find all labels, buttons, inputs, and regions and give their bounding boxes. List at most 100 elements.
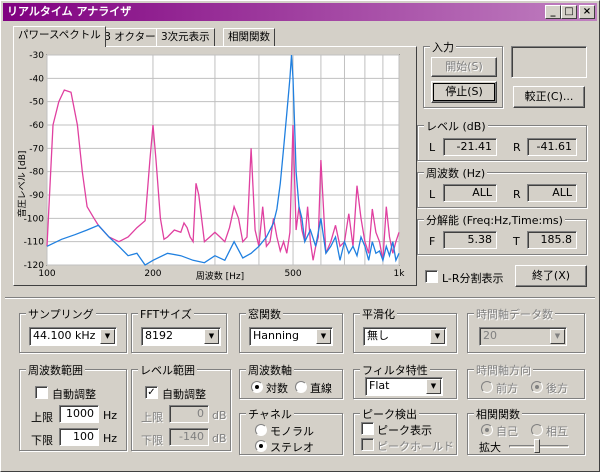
freq-lower-unit: Hz: [103, 432, 118, 445]
freq-axis-label: 周波数軸: [246, 362, 294, 378]
freq-auto-label: 自動調整: [52, 388, 96, 401]
maximize-button[interactable]: □: [561, 5, 577, 19]
filter-select[interactable]: Flat ▼: [365, 377, 443, 396]
y-tick-label: -30: [29, 51, 44, 61]
chevron-down-icon[interactable]: ▼: [204, 329, 219, 344]
fft-label: FFTサイズ: [138, 306, 194, 322]
level-r-label: R: [513, 141, 521, 154]
channel-mono-label: モノラル: [270, 425, 314, 438]
channel-stereo-radio[interactable]: [255, 440, 267, 452]
chevron-down-icon[interactable]: ▼: [426, 379, 441, 394]
close-button[interactable]: ×: [579, 5, 595, 19]
window-func-select[interactable]: Hanning ▼: [249, 327, 333, 346]
y-tick-label: -80: [29, 168, 44, 178]
level-lower-label: 下限: [141, 434, 163, 447]
input-group-label: 入力: [430, 39, 456, 55]
level-upper-label: 上限: [141, 411, 163, 424]
channel-mono-radio[interactable]: [255, 424, 267, 436]
freq-range-label: 周波数範囲: [26, 362, 85, 378]
level-upper-unit: dB: [212, 409, 227, 422]
time-back-label: 後方: [546, 382, 568, 395]
freq-axis-linear-radio[interactable]: [295, 381, 307, 393]
title-bar[interactable]: リアルタイム アナライザ _ □ ×: [3, 3, 597, 21]
y-tick-label: -70: [29, 144, 44, 154]
peak-label: ピーク検出: [360, 406, 419, 422]
fft-value: 8192: [145, 329, 173, 342]
smoothing-label: 平滑化: [360, 306, 397, 322]
level-r-value: -41.61: [527, 138, 577, 156]
start-button[interactable]: 開始(S): [431, 57, 497, 77]
y-tick-label: -110: [24, 238, 45, 248]
chevron-down-icon[interactable]: ▼: [316, 329, 331, 344]
time-axis-label: 時間軸方向: [474, 362, 533, 378]
sampling-value: 44.100 kHz: [33, 329, 96, 342]
frequency-group-label: 周波数 (Hz): [424, 165, 488, 181]
correlation-label: 相関関数: [474, 406, 522, 422]
lr-split-label: L-R分割表示: [442, 272, 504, 285]
end-button[interactable]: 終了(X): [515, 265, 587, 287]
time-front-radio[interactable]: [481, 381, 493, 393]
tab-power-spectrum[interactable]: パワースペクトル: [13, 26, 106, 47]
freq-upper-label: 上限: [31, 411, 53, 424]
level-upper-input[interactable]: 0: [169, 405, 209, 423]
time-back-radio[interactable]: [531, 381, 543, 393]
peak-hold-checkbox[interactable]: [361, 438, 374, 451]
fft-select[interactable]: 8192 ▼: [141, 327, 221, 346]
chevron-down-icon[interactable]: ▼: [100, 329, 115, 344]
freq-l-value: ALL: [443, 184, 497, 202]
tab-3d[interactable]: 3次元表示: [156, 28, 215, 46]
channel-label: チャネル: [246, 406, 294, 422]
x-tick-label: 500: [284, 269, 301, 279]
freq-r-value: ALL: [527, 184, 577, 202]
time-data-select[interactable]: 20 ▼: [479, 327, 567, 346]
zoom-label: 拡大: [479, 441, 501, 454]
corr-cross-label: 相互: [546, 425, 568, 438]
stop-button[interactable]: 停止(S): [431, 81, 497, 103]
window-func-label: 窓関数: [246, 306, 283, 322]
sampling-select[interactable]: 44.100 kHz ▼: [29, 327, 117, 346]
x-axis-label: 周波数 [Hz]: [196, 270, 244, 282]
freq-axis-linear-label: 直線: [310, 382, 332, 395]
freq-axis-log-label: 対数: [266, 382, 288, 395]
level-l-label: L: [429, 141, 436, 154]
level-auto-checkbox[interactable]: ✓: [145, 386, 158, 399]
freq-upper-unit: Hz: [103, 409, 118, 422]
y-axis-label: 音圧レベル [dB]: [16, 151, 28, 218]
peak-hold-label: ピークホールド: [377, 440, 454, 453]
y-tick-label: -50: [29, 98, 44, 108]
x-tick-label: 200: [144, 269, 161, 279]
time-front-label: 前方: [496, 382, 518, 395]
smoothing-select[interactable]: 無し ▼: [363, 327, 447, 346]
freq-auto-checkbox[interactable]: [35, 386, 48, 399]
corr-auto-label: 自己: [496, 425, 518, 438]
freq-l-label: L: [429, 188, 436, 201]
chevron-down-icon[interactable]: ▼: [550, 329, 565, 344]
spectrum-chart: -30-40-50-60-70-80-90-100-110-120100 200 5…: [16, 51, 405, 282]
time-data-value: 20: [483, 329, 497, 342]
level-lower-input[interactable]: -140: [169, 428, 209, 446]
level-lower-unit: dB: [212, 432, 227, 445]
window-title: リアルタイム アナライザ: [7, 5, 132, 18]
level-l-value: -21.41: [443, 138, 497, 156]
freq-upper-input[interactable]: 1000: [59, 405, 99, 423]
tab-correlation[interactable]: 相関関数: [223, 28, 275, 46]
input-indicator: [511, 46, 587, 78]
resolution-group-label: 分解能 (Freq:Hz,Time:ms): [424, 212, 565, 228]
chevron-down-icon[interactable]: ▼: [430, 329, 445, 344]
res-t-label: T: [513, 235, 520, 248]
level-range-label: レベル範囲: [138, 362, 197, 378]
zoom-slider-thumb[interactable]: [534, 439, 540, 453]
freq-r-label: R: [513, 188, 521, 201]
peak-show-checkbox[interactable]: [361, 422, 374, 435]
corr-auto-radio[interactable]: [481, 424, 493, 436]
corr-cross-radio[interactable]: [531, 424, 543, 436]
minimize-button[interactable]: _: [545, 5, 561, 19]
lr-split-checkbox[interactable]: [425, 270, 438, 283]
x-tick-label: 100: [38, 269, 55, 279]
freq-lower-input[interactable]: 100: [59, 428, 99, 446]
freq-axis-log-radio[interactable]: [251, 381, 263, 393]
level-group-label: レベル (dB): [424, 118, 488, 134]
y-tick-label: -40: [29, 74, 44, 84]
calibrate-button[interactable]: 較正(C)...: [513, 86, 585, 108]
filter-label: フィルタ特性: [360, 362, 430, 378]
